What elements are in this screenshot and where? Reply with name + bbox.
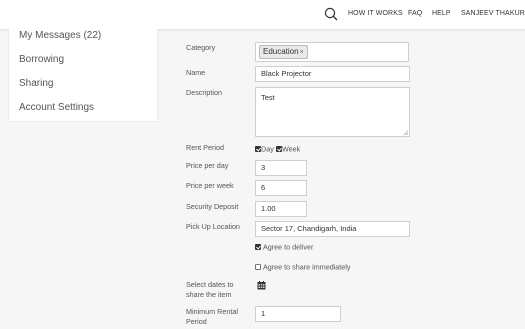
category-label: Category [186, 43, 216, 52]
category-input[interactable]: Education× [255, 42, 409, 62]
price-per-day-input[interactable]: 3 [255, 160, 307, 176]
description-value: Test [261, 93, 275, 102]
rent-period-week[interactable]: Week [276, 144, 300, 154]
account-sidebar: My Messages (22) Borrowing Sharing Accou… [8, 29, 158, 122]
security-deposit-label: Security Deposit [186, 202, 239, 211]
minimum-rental-period-input[interactable]: 1 [255, 306, 341, 322]
sidebar-item-sharing[interactable]: Sharing [19, 78, 53, 89]
name-label: Name [186, 68, 206, 77]
description-textarea[interactable]: Test [255, 87, 410, 137]
resize-handle[interactable] [403, 130, 408, 135]
day-checkbox[interactable] [255, 146, 261, 153]
agree-deliver[interactable]: Agree to deliver [255, 242, 313, 252]
sidebar-item-borrowing[interactable]: Borrowing [19, 54, 64, 65]
agree-deliver-checkbox[interactable] [255, 244, 261, 251]
calendar-icon[interactable] [257, 281, 266, 290]
agree-share-checkbox[interactable] [255, 264, 261, 271]
week-checkbox[interactable] [276, 146, 282, 153]
nav-faq[interactable]: FAQ [408, 10, 422, 17]
category-tag-label: Education [263, 47, 299, 56]
price-per-day-label: Price per day [186, 161, 229, 170]
week-option-label: Week [282, 144, 301, 154]
sidebar-item-account-settings[interactable]: Account Settings [19, 102, 94, 113]
description-label: Description [186, 88, 222, 97]
agree-share[interactable]: Agree to share immediately [255, 262, 351, 272]
remove-tag-icon[interactable]: × [300, 49, 304, 56]
price-per-week-input[interactable]: 6 [255, 180, 307, 196]
pickup-location-label: Pick Up Location [186, 222, 240, 231]
user-name: SANJEEV THAKUR [461, 10, 525, 17]
select-dates-label: Select dates to share the item [186, 280, 234, 299]
top-navbar: HOW IT WORKS FAQ HELP SANJEEV THAKUR⌄ [0, 0, 525, 30]
agree-share-label: Agree to share immediately [263, 262, 351, 272]
sidebar-item-my-messages[interactable]: My Messages (22) [19, 30, 101, 41]
day-option-label: Day [261, 144, 274, 154]
rent-period-day[interactable]: Day [255, 144, 274, 154]
security-deposit-input[interactable]: 1.00 [255, 201, 307, 217]
nav-help[interactable]: HELP [432, 10, 451, 17]
price-per-week-label: Price per week [186, 181, 234, 190]
category-tag: Education× [259, 45, 308, 59]
name-input[interactable]: Black Projector [255, 66, 410, 82]
pickup-location-input[interactable]: Sector 17, Chandigarh, India [255, 221, 410, 237]
user-menu[interactable]: SANJEEV THAKUR⌄ [461, 10, 525, 17]
rent-period-label: Rent Period [186, 143, 224, 152]
minimum-rental-period-label: Minimum Rental Period [186, 307, 238, 326]
search-icon[interactable] [324, 7, 338, 21]
nav-how-it-works[interactable]: HOW IT WORKS [348, 10, 403, 17]
agree-deliver-label: Agree to deliver [263, 242, 314, 252]
